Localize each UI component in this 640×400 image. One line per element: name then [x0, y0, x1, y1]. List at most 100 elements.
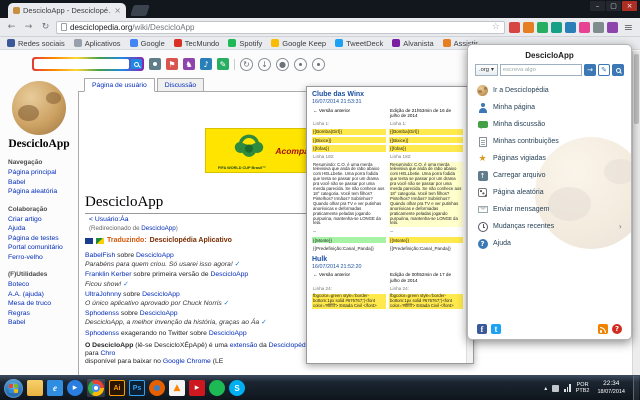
close-button[interactable]: ×: [622, 1, 637, 11]
youtube-icon[interactable]: ▸: [189, 380, 205, 396]
bookmark-item[interactable]: Aplicativos: [73, 39, 121, 48]
vlc-icon[interactable]: ▲: [169, 380, 185, 396]
address-bar[interactable]: desciclopedia.org/wiki/DescicloApp ☆: [56, 20, 505, 34]
diff-timestamp-link[interactable]: 16/07/2014 21:53:31: [312, 99, 463, 105]
sidebar-item-regras[interactable]: Regras: [8, 309, 74, 319]
bookmark-item[interactable]: TecMundo: [173, 39, 219, 48]
user-link[interactable]: Sphodenss: [85, 330, 119, 337]
flag-icon[interactable]: ⚑: [166, 58, 178, 70]
menu-item-minhas-contribuicoes[interactable]: Minhas contribuições: [468, 133, 631, 150]
target-icon[interactable]: [294, 57, 307, 71]
network-icon[interactable]: [564, 384, 571, 392]
menu-item-minha-discussao[interactable]: Minha discussão: [468, 116, 631, 133]
sidebar-item-pagina-principal[interactable]: Página principal: [8, 168, 74, 178]
facebook-icon[interactable]: f: [477, 324, 487, 334]
subject-link[interactable]: DescicloApp: [136, 252, 174, 259]
maximize-button[interactable]: ▢: [606, 1, 621, 11]
taskbar-clock[interactable]: 22:34 18/07/2014: [594, 380, 628, 396]
music-icon[interactable]: ♪: [200, 58, 212, 70]
tab-discussion[interactable]: Discussão: [156, 78, 205, 92]
user-link[interactable]: Franklin Kerber: [85, 271, 131, 278]
firefox-icon[interactable]: [149, 380, 165, 396]
menu-item-minha-pagina[interactable]: Minha página: [468, 99, 631, 116]
sidebar-item-portal-comunitario[interactable]: Portal comunitário: [8, 243, 74, 253]
desciclo-extension-icon[interactable]: [606, 21, 618, 33]
bookmark-item[interactable]: Alvanista: [392, 39, 434, 48]
media-player-icon[interactable]: ▸: [67, 380, 83, 396]
bookmark-item[interactable]: Redes sociais: [7, 39, 65, 48]
tab-close-icon[interactable]: ×: [114, 6, 121, 15]
sidebar-item-criar-artigo[interactable]: Criar artigo: [8, 215, 74, 225]
menu-item-ajuda[interactable]: ? Ajuda: [468, 235, 631, 252]
bookmark-star-icon[interactable]: ☆: [492, 22, 500, 32]
go-button[interactable]: →: [584, 64, 596, 76]
sidebar-item-babel[interactable]: Babel: [8, 178, 74, 188]
subject-link[interactable]: DescicloApp: [140, 310, 178, 317]
bookmark-item[interactable]: TweetDeck: [335, 39, 383, 48]
popup-search-input[interactable]: [499, 64, 582, 76]
diff-prev-header[interactable]: ← Versão anterior: [312, 272, 386, 284]
user-link[interactable]: UltraJohnny: [85, 291, 121, 298]
subject-link[interactable]: DescicloApp: [209, 330, 247, 337]
search-button[interactable]: [612, 64, 624, 76]
tab-user-page[interactable]: Página de usuário: [84, 78, 155, 92]
menu-item-paginas-vigiadas[interactable]: ★ Páginas vigiadas: [468, 150, 631, 167]
redirect-link[interactable]: DescicloApp: [141, 225, 175, 232]
browser-tab[interactable]: DescicloApp - Desciclopé… ×: [8, 3, 126, 18]
spotify-icon[interactable]: [209, 380, 225, 396]
edit-button[interactable]: ✎: [598, 64, 610, 76]
menu-item-ir-a-desciclopedia[interactable]: Ir a Desciclopédia: [468, 82, 631, 99]
wiki-link[interactable]: Desciclopédia: [269, 342, 311, 349]
reload-icon[interactable]: ↻: [39, 21, 52, 34]
explorer-icon[interactable]: [27, 380, 43, 396]
start-button[interactable]: [4, 378, 23, 398]
history-circle-icon[interactable]: ↻: [240, 57, 253, 71]
forward-icon[interactable]: →: [22, 21, 35, 34]
diff-page-link[interactable]: Hulk: [312, 256, 463, 263]
chrome-menu-icon[interactable]: ≡: [622, 21, 635, 34]
menu-item-pagina-aleatoria[interactable]: Página aleatória: [468, 184, 631, 201]
illustrator-icon[interactable]: Ai: [109, 380, 125, 396]
menu-item-enviar-mensagem[interactable]: Enviar mensagem: [468, 201, 631, 218]
rainbow-search-input[interactable]: [32, 57, 144, 71]
sidebar-item-pagina-aleatoria[interactable]: Página aleatória: [8, 187, 74, 197]
sidebar-item-aa-ajuda[interactable]: A.A. (ajuda): [8, 290, 74, 300]
bookmark-item[interactable]: Google Keep: [271, 39, 326, 48]
extension-icon[interactable]: [578, 21, 590, 33]
menu-item-mudancas-recentes[interactable]: Mudanças recentes ›: [468, 218, 631, 235]
games-icon[interactable]: ♞: [183, 58, 195, 70]
sidebar-item-pagina-de-testes[interactable]: Página de testes: [8, 234, 74, 244]
wiki-link[interactable]: Google Chrome: [163, 358, 211, 365]
subject-link[interactable]: DescicloApp: [210, 271, 248, 278]
search-icon[interactable]: [131, 59, 142, 69]
diff-prev-header[interactable]: ← Versão anterior: [312, 107, 386, 119]
breadcrumb[interactable]: < Usuário:Áa: [89, 216, 128, 223]
extension-icon[interactable]: [592, 21, 604, 33]
extension-icon[interactable]: [536, 21, 548, 33]
sidebar-item-ferro-velho[interactable]: Ferro-velho: [8, 253, 74, 263]
edit-icon[interactable]: ✎: [217, 58, 229, 70]
desciclopedia-logo[interactable]: [12, 81, 66, 135]
diff-timestamp-link[interactable]: 16/07/2014 21:52:20: [312, 264, 463, 270]
help-badge-icon[interactable]: ?: [612, 324, 622, 334]
internet-explorer-icon[interactable]: e: [47, 380, 63, 396]
record-circle-icon[interactable]: ●: [276, 57, 289, 71]
rss-icon[interactable]: [598, 324, 608, 334]
user-link[interactable]: Sphodenss: [85, 310, 119, 317]
camera-icon[interactable]: [149, 58, 161, 70]
language-indicator[interactable]: POR PTB2: [576, 382, 590, 395]
sidebar-item-mesa-de-truco[interactable]: Mesa de truco: [8, 299, 74, 309]
bookmark-item[interactable]: Spotify: [228, 39, 262, 48]
chrome-icon[interactable]: [88, 380, 104, 396]
extension-icon[interactable]: [564, 21, 576, 33]
minimize-button[interactable]: –: [590, 1, 605, 11]
sidebar-item-babel-2[interactable]: Babel: [8, 318, 74, 328]
menu-item-carregar-arquivo[interactable]: ↑ Carregar arquivo: [468, 167, 631, 184]
extension-icon[interactable]: [550, 21, 562, 33]
sidebar-item-ajuda[interactable]: Ajuda: [8, 224, 74, 234]
download-circle-icon[interactable]: ↓: [258, 57, 271, 71]
bookmark-item[interactable]: Google: [129, 39, 165, 48]
tray-icon[interactable]: [552, 384, 560, 392]
photoshop-icon[interactable]: Ps: [129, 380, 145, 396]
wiki-link[interactable]: extensão: [230, 342, 258, 349]
